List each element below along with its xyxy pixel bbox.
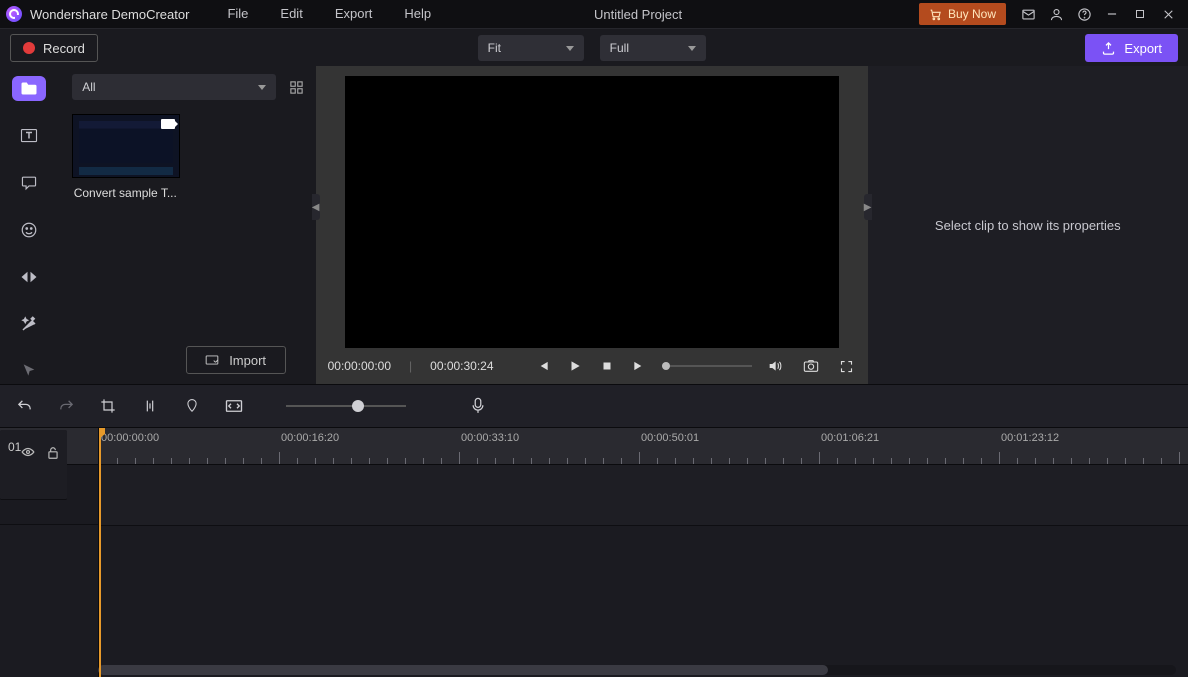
panel-collapse-left[interactable]: ◀ (312, 194, 320, 220)
maximize-icon[interactable] (1126, 0, 1154, 28)
export-button[interactable]: Export (1085, 34, 1178, 62)
export-label: Export (1124, 41, 1162, 56)
video-badge-icon (161, 119, 175, 129)
chevron-down-icon (688, 46, 696, 51)
chevron-down-icon (566, 46, 574, 51)
chevron-down-icon (258, 85, 266, 90)
full-combo[interactable]: Full (600, 35, 706, 61)
preview-panel: ◀ ▶ 00:00:00:00 | 00:00:30:24 (316, 66, 868, 384)
play-button[interactable] (566, 357, 584, 375)
crop-button[interactable] (98, 396, 118, 416)
record-label: Record (43, 41, 85, 56)
panel-collapse-right[interactable]: ▶ (864, 194, 872, 220)
title-bar: Wondershare DemoCreator File Edit Export… (0, 0, 1188, 28)
ruler-label: 00:00:50:01 (641, 432, 699, 444)
close-icon[interactable] (1154, 0, 1182, 28)
record-button[interactable]: Record (10, 34, 98, 62)
snapshot-icon[interactable] (802, 357, 820, 375)
split-button[interactable] (140, 396, 160, 416)
rail-sticker-icon[interactable] (12, 217, 46, 242)
timeline-ruler[interactable]: 00:00:00:00 00:00:16:20 00:00:33:10 00:0… (99, 428, 1188, 465)
import-icon (205, 354, 219, 366)
cart-icon (929, 8, 942, 21)
next-frame-button[interactable] (630, 357, 648, 375)
timeline: 02 01 00:00:00:00 00:00:16:20 00:00:33:1… (0, 428, 1188, 677)
ruler-label: 00:00:00:00 (101, 432, 159, 444)
timeline-toolbar (0, 384, 1188, 428)
unlock-icon[interactable] (47, 446, 59, 460)
fullscreen-icon[interactable] (838, 357, 856, 375)
full-combo-label: Full (610, 41, 629, 55)
rail-caption-icon[interactable] (12, 170, 46, 195)
record-dot-icon (23, 42, 35, 54)
ruler-label: 00:00:16:20 (281, 432, 339, 444)
track-number: 01 (8, 440, 21, 489)
prev-frame-button[interactable] (534, 357, 552, 375)
preview-canvas[interactable] (345, 76, 839, 348)
aspect-button[interactable] (224, 396, 244, 416)
grid-view-icon[interactable] (286, 76, 308, 98)
menu-edit[interactable]: Edit (264, 0, 318, 28)
buy-now-button[interactable]: Buy Now (919, 3, 1006, 25)
timeline-scrollbar[interactable] (98, 665, 1176, 675)
redo-button[interactable] (56, 396, 76, 416)
timecode-separator: | (409, 359, 412, 373)
mail-icon[interactable] (1014, 0, 1042, 28)
timecode-duration: 00:00:30:24 (430, 359, 493, 373)
rail-cursor-icon[interactable] (12, 359, 46, 384)
rail-effects-icon[interactable] (12, 312, 46, 337)
thumbnail-image (72, 114, 180, 178)
timeline-zoom-slider[interactable] (286, 405, 406, 407)
rail-transition-icon[interactable] (12, 265, 46, 290)
media-panel: All Convert sample T... (58, 66, 315, 384)
side-rail (0, 66, 58, 384)
track-header-01[interactable]: 01 (0, 430, 67, 500)
properties-panel: Select clip to show its properties (868, 66, 1188, 384)
timecode-position: 00:00:00:00 (328, 359, 391, 373)
import-button[interactable]: Import (186, 346, 286, 374)
fit-combo[interactable]: Fit (478, 35, 584, 61)
timeline-tracks[interactable]: 00:00:00:00 00:00:16:20 00:00:33:10 00:0… (99, 428, 1188, 677)
media-thumbnail[interactable]: Convert sample T... (72, 114, 178, 200)
help-icon[interactable] (1070, 0, 1098, 28)
transport-bar: 00:00:00:00 | 00:00:30:24 (316, 348, 868, 384)
app-name: Wondershare DemoCreator (30, 7, 189, 22)
stop-button[interactable] (598, 357, 616, 375)
timeline-gutter: 02 01 (0, 428, 99, 677)
voiceover-button[interactable] (468, 396, 488, 416)
media-filter-label: All (82, 80, 95, 94)
ruler-label: 00:00:33:10 (461, 432, 519, 444)
ruler-label: 00:01:06:21 (821, 432, 879, 444)
track-row-empty[interactable] (99, 465, 1188, 526)
ruler-label: 00:01:23:12 (1001, 432, 1059, 444)
playhead[interactable] (99, 428, 101, 677)
undo-button[interactable] (14, 396, 34, 416)
account-icon[interactable] (1042, 0, 1070, 28)
import-label: Import (229, 353, 266, 368)
minimize-icon[interactable] (1098, 0, 1126, 28)
eye-icon[interactable] (21, 446, 35, 458)
media-filter-combo[interactable]: All (72, 74, 275, 100)
toolbar: Record Fit Full Export (0, 28, 1188, 67)
thumbnail-label: Convert sample T... (72, 186, 178, 200)
properties-placeholder: Select clip to show its properties (935, 218, 1121, 233)
progress-slider[interactable] (662, 365, 752, 367)
rail-text-icon[interactable] (12, 123, 46, 148)
project-title: Untitled Project (357, 7, 919, 22)
fit-combo-label: Fit (488, 41, 501, 55)
menu-file[interactable]: File (211, 0, 264, 28)
app-logo-icon (6, 6, 22, 22)
buy-now-label: Buy Now (948, 7, 996, 21)
rail-media-icon[interactable] (12, 76, 46, 101)
export-icon (1101, 41, 1116, 56)
marker-button[interactable] (182, 396, 202, 416)
volume-icon[interactable] (766, 357, 784, 375)
